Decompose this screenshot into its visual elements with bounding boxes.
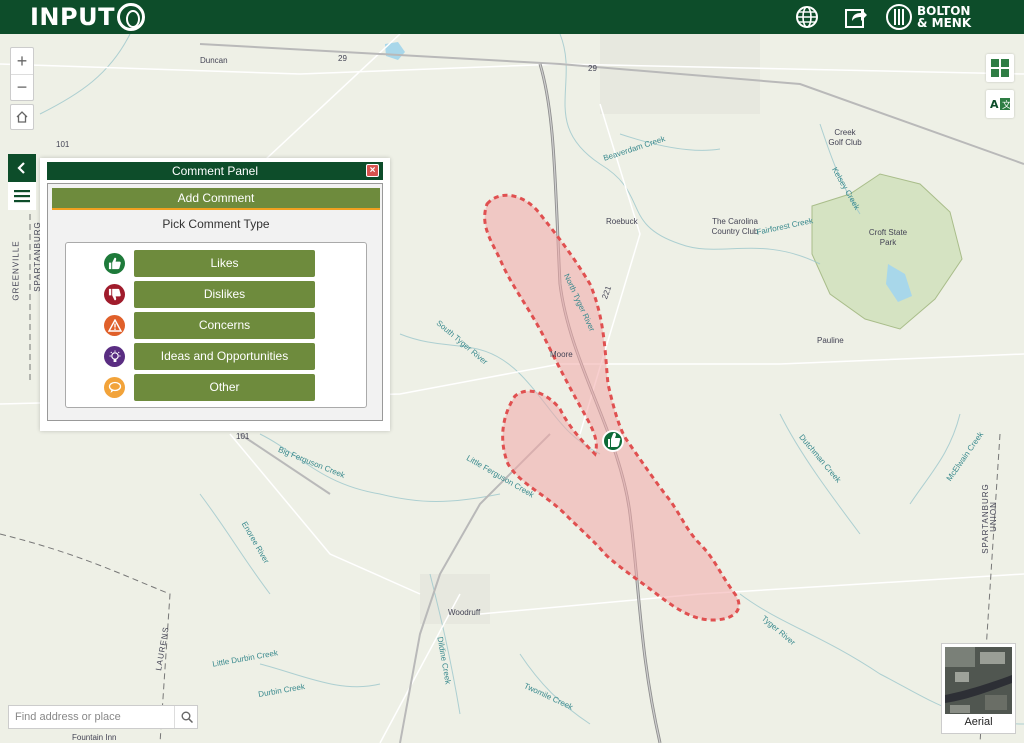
- comment-type-ideas[interactable]: Ideas and Opportunities: [66, 343, 368, 370]
- comment-type-dislikes[interactable]: Dislikes: [66, 281, 368, 308]
- map-place-label: Moore: [550, 350, 573, 359]
- menu-button[interactable]: [8, 182, 36, 210]
- basemap-toggle[interactable]: Aerial: [941, 643, 1016, 734]
- road-label: 29: [338, 54, 347, 63]
- thumbs-down-icon: [104, 284, 125, 305]
- zoom-control: + −: [10, 47, 34, 101]
- pick-type-label: Pick Comment Type: [162, 217, 270, 231]
- speech-bubble-icon: [104, 377, 125, 398]
- panel-body: Add Comment Pick Comment Type Likes Disl…: [47, 183, 383, 421]
- map-place-label: Fountain Inn: [72, 733, 117, 742]
- zoom-out-button[interactable]: −: [11, 74, 33, 100]
- search-button[interactable]: [174, 706, 198, 728]
- svg-text:A: A: [990, 98, 999, 111]
- chevron-left-icon: [17, 162, 25, 174]
- dislikes-button[interactable]: Dislikes: [134, 281, 315, 308]
- map-place-label: Pauline: [817, 336, 844, 345]
- thumbs-up-icon: [104, 253, 125, 274]
- basemap-label: Aerial: [964, 716, 993, 728]
- map-place-label: Woodruff: [448, 608, 481, 617]
- other-button[interactable]: Other: [134, 374, 315, 401]
- search-input[interactable]: [9, 706, 173, 728]
- home-button[interactable]: [10, 104, 34, 130]
- close-icon[interactable]: ×: [366, 164, 379, 177]
- comment-type-other[interactable]: Other: [66, 374, 368, 401]
- collapse-panel-button[interactable]: [8, 154, 36, 182]
- road-label: 29: [588, 64, 597, 73]
- inputid-logo[interactable]: INPUT: [30, 2, 145, 32]
- map-place-label: Croft State Park: [868, 228, 908, 247]
- bolton-menk-mark: [886, 4, 912, 30]
- legend-icon: A文: [990, 98, 1010, 111]
- map-place-label: Roebuck: [606, 217, 638, 226]
- search-icon: [181, 711, 193, 723]
- lightbulb-icon: [104, 346, 125, 367]
- likes-button[interactable]: Likes: [134, 250, 315, 277]
- county-label: UNION: [988, 501, 998, 532]
- panel-title: Comment Panel: [171, 164, 259, 178]
- svg-text:文: 文: [1002, 99, 1010, 111]
- app-header: INPUT BOLTON & MENK: [0, 0, 1024, 34]
- county-label: GREENVILLE: [11, 240, 21, 301]
- home-icon: [16, 111, 28, 123]
- globe-icon[interactable]: [793, 3, 821, 31]
- add-comment-header[interactable]: Add Comment: [52, 188, 380, 210]
- bolton-menk-logo[interactable]: BOLTON & MENK: [886, 2, 971, 32]
- comment-panel: Comment Panel × Add Comment Pick Comment…: [40, 158, 390, 431]
- address-search: [8, 705, 198, 729]
- warning-icon: [104, 315, 125, 336]
- road-label: 101: [56, 140, 70, 149]
- comment-type-concerns[interactable]: Concerns: [66, 312, 368, 339]
- map-place-label: The Carolina Country Club: [711, 217, 759, 236]
- brand-id-mark: [116, 3, 145, 31]
- concerns-button[interactable]: Concerns: [134, 312, 315, 339]
- legend-button[interactable]: A文: [986, 90, 1014, 118]
- road-label: 101: [236, 432, 250, 441]
- ideas-button[interactable]: Ideas and Opportunities: [134, 343, 315, 370]
- basemap-gallery-button[interactable]: [986, 54, 1014, 82]
- aerial-thumbnail: [945, 647, 1012, 714]
- company-line-2: & MENK: [917, 16, 972, 30]
- brand-text: INPUT: [30, 3, 115, 31]
- map-place-label: Duncan: [200, 56, 228, 65]
- zoom-in-button[interactable]: +: [11, 48, 33, 74]
- comment-type-list: Likes Dislikes Concerns Ideas and Opport…: [65, 242, 367, 408]
- menu-icon: [14, 190, 30, 203]
- share-icon[interactable]: [842, 3, 870, 31]
- grid-icon: [991, 59, 1009, 77]
- map-place-label: Creek Golf Club: [828, 128, 862, 147]
- comment-type-likes[interactable]: Likes: [66, 250, 368, 277]
